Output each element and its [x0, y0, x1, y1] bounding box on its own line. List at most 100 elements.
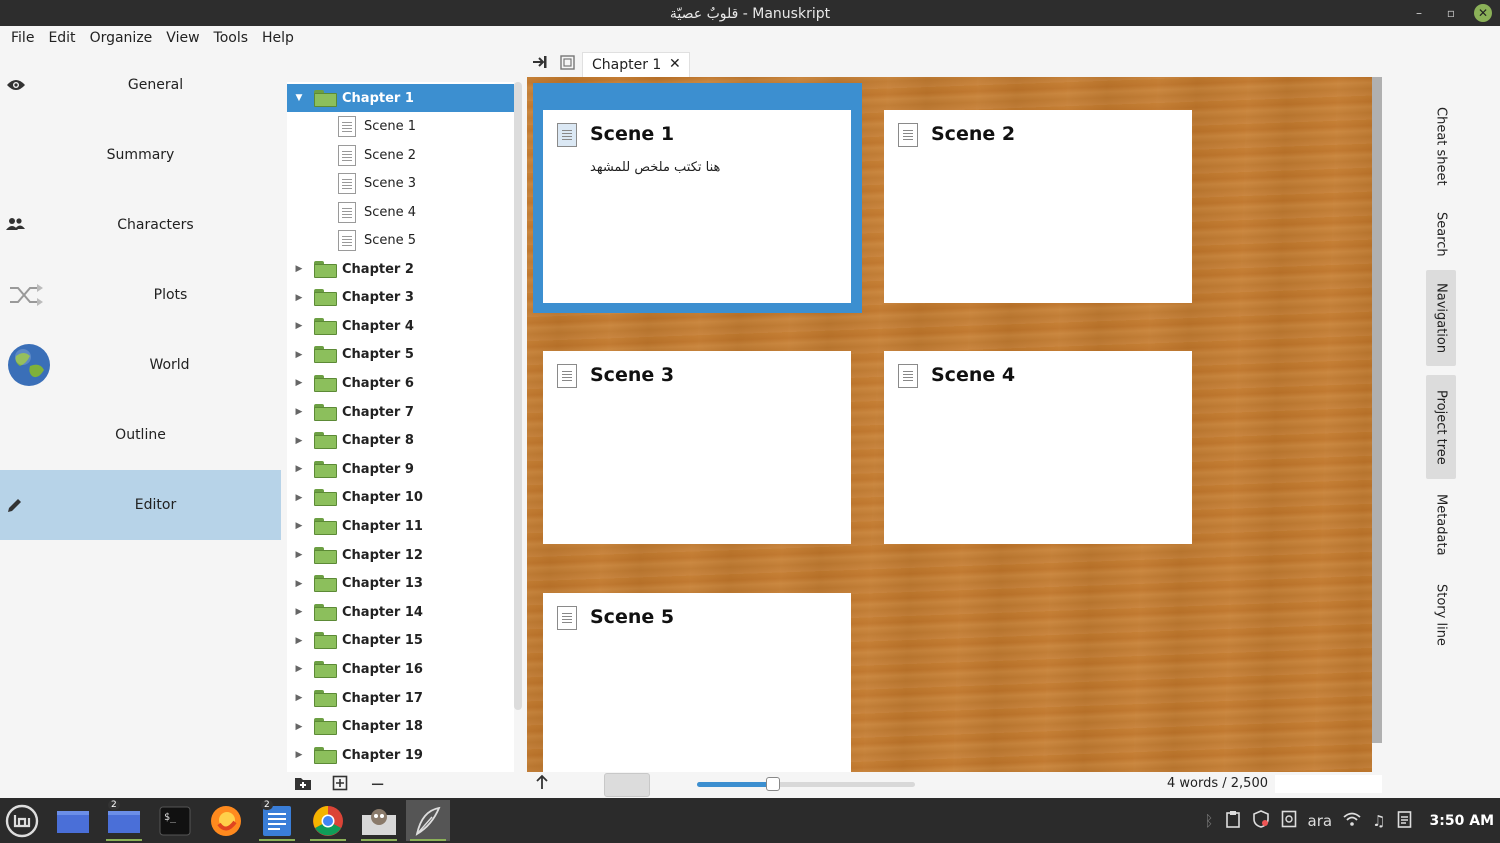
tree-item-chapter[interactable]: ▶ Chapter 19	[287, 741, 514, 769]
tree-item-chapter-1[interactable]: ▼ Chapter 1	[287, 84, 514, 112]
index-card-scene-3[interactable]: Scene 3	[543, 351, 851, 544]
tree-item-chapter[interactable]: ▶ Chapter 10	[287, 484, 514, 512]
toggle-panel-icon[interactable]	[532, 55, 548, 73]
text-editor-icon[interactable]: 2	[255, 800, 299, 841]
add-item-button[interactable]	[332, 775, 348, 796]
tree-item-chapter[interactable]: ▶ Chapter 9	[287, 455, 514, 483]
expand-arrow-icon[interactable]: ▶	[294, 321, 304, 331]
expand-arrow-icon[interactable]: ▶	[294, 350, 304, 360]
index-card-scene-1[interactable]: Scene 1 هنا تكتب ملخص للمشهد	[543, 110, 851, 303]
nav-plots[interactable]: Plots	[0, 260, 281, 330]
expand-arrow-icon[interactable]: ▶	[294, 693, 304, 703]
tree-item-chapter[interactable]: ▶ Chapter 6	[287, 369, 514, 397]
expand-arrow-icon[interactable]: ▶	[294, 750, 304, 760]
dock-tab-cheat-sheet[interactable]: Cheat sheet	[1426, 102, 1456, 190]
index-card-scene-5[interactable]: Scene 5	[543, 593, 851, 772]
tree-item-chapter[interactable]: ▶ Chapter 8	[287, 427, 514, 455]
collapse-arrow-icon[interactable]: ▼	[294, 93, 304, 103]
nav-characters[interactable]: Characters	[0, 190, 281, 260]
tree-item-chapter[interactable]: ▶ Chapter 7	[287, 398, 514, 426]
menu-view[interactable]: View	[165, 26, 206, 50]
split-view-icon[interactable]	[560, 55, 575, 74]
expand-arrow-icon[interactable]: ▶	[294, 378, 304, 388]
notes-icon[interactable]	[1397, 810, 1413, 832]
expand-arrow-icon[interactable]: ▶	[294, 293, 304, 303]
bluetooth-icon[interactable]: ᛒ	[1205, 812, 1214, 830]
expand-arrow-icon[interactable]: ▶	[294, 521, 304, 531]
nav-general[interactable]: General	[0, 50, 281, 120]
index-card-scene-2[interactable]: Scene 2	[884, 110, 1192, 303]
nav-outline[interactable]: Outline	[0, 400, 281, 470]
wifi-icon[interactable]	[1343, 812, 1361, 830]
menu-organize[interactable]: Organize	[89, 26, 160, 50]
gimp-icon[interactable]	[357, 800, 401, 841]
chrome-icon[interactable]	[306, 800, 350, 841]
dock-tab-story-line[interactable]: Story line	[1426, 580, 1456, 650]
remove-item-button[interactable]: −	[370, 775, 385, 795]
expand-arrow-icon[interactable]: ▶	[294, 607, 304, 617]
tree-item-chapter[interactable]: ▶ Chapter 11	[287, 512, 514, 540]
mint-menu-icon[interactable]	[0, 800, 44, 841]
dock-tab-search[interactable]: Search	[1426, 208, 1456, 260]
tree-item-chapter[interactable]: ▶ Chapter 17	[287, 684, 514, 712]
firefox-icon[interactable]	[204, 800, 248, 841]
tree-item-scene[interactable]: Scene 4	[287, 198, 514, 226]
menu-help[interactable]: Help	[261, 26, 301, 50]
tree-item-chapter[interactable]: ▶ Chapter 14	[287, 598, 514, 626]
dock-tab-navigation[interactable]: Navigation	[1426, 270, 1456, 366]
expand-arrow-icon[interactable]: ▶	[294, 550, 304, 560]
tree-item-scene[interactable]: Scene 3	[287, 169, 514, 197]
menu-edit[interactable]: Edit	[47, 26, 82, 50]
tree-item-chapter[interactable]: ▶ Chapter 5	[287, 341, 514, 369]
view-mode-button[interactable]	[604, 773, 650, 797]
files-icon[interactable]: 2	[102, 800, 146, 841]
manuskript-icon[interactable]	[406, 800, 450, 841]
menu-file[interactable]: File	[10, 26, 41, 50]
tree-item-chapter[interactable]: ▶ Chapter 2	[287, 255, 514, 283]
tree-item-chapter[interactable]: ▶ Chapter 15	[287, 627, 514, 655]
tree-item-scene[interactable]: Scene 2	[287, 141, 514, 169]
tree-item-chapter[interactable]: ▶ Chapter 3	[287, 284, 514, 312]
tree-item-chapter[interactable]: ▶ Chapter 13	[287, 570, 514, 598]
close-window-button[interactable]: ✕	[1474, 4, 1492, 22]
tree-item-scene[interactable]: Scene 5	[287, 226, 514, 254]
expand-arrow-icon[interactable]: ▶	[294, 722, 304, 732]
expand-arrow-icon[interactable]: ▶	[294, 464, 304, 474]
clock[interactable]: 3:50 AM	[1430, 813, 1494, 829]
menu-tools[interactable]: Tools	[213, 26, 256, 50]
expand-arrow-icon[interactable]: ▶	[294, 407, 304, 417]
nav-world[interactable]: World	[0, 330, 281, 400]
tab-chapter-1[interactable]: Chapter 1 ✕	[582, 52, 690, 78]
updates-icon[interactable]	[1281, 810, 1297, 832]
zoom-slider-handle[interactable]	[766, 777, 781, 791]
minimize-button[interactable]: –	[1410, 4, 1428, 22]
corkboard-scrollbar[interactable]	[1372, 77, 1382, 743]
dock-tab-project-tree[interactable]: Project tree	[1426, 375, 1456, 479]
tree-item-scene[interactable]: Scene 1	[287, 112, 514, 140]
expand-arrow-icon[interactable]: ▶	[294, 664, 304, 674]
tree-item-chapter[interactable]: ▶ Chapter 4	[287, 312, 514, 340]
close-tab-icon[interactable]: ✕	[669, 56, 681, 72]
music-icon[interactable]: ♫	[1372, 812, 1385, 830]
index-card-scene-4[interactable]: Scene 4	[884, 351, 1192, 544]
expand-arrow-icon[interactable]: ▶	[294, 636, 304, 646]
terminal-icon[interactable]: $_	[153, 800, 197, 841]
expand-arrow-icon[interactable]: ▶	[294, 264, 304, 274]
maximize-button[interactable]: ▫	[1442, 4, 1460, 22]
arrow-up-icon[interactable]	[535, 774, 549, 794]
files-icon[interactable]	[51, 800, 95, 841]
expand-arrow-icon[interactable]: ▶	[294, 579, 304, 589]
add-folder-button[interactable]	[294, 775, 312, 796]
nav-summary[interactable]: Summary	[0, 120, 281, 190]
dock-tab-metadata[interactable]: Metadata	[1426, 490, 1456, 560]
tree-item-chapter[interactable]: ▶ Chapter 18	[287, 713, 514, 741]
expand-arrow-icon[interactable]: ▶	[294, 436, 304, 446]
tree-item-chapter[interactable]: ▶ Chapter 12	[287, 541, 514, 569]
tree-item-chapter[interactable]: ▶ Chapter 16	[287, 655, 514, 683]
nav-editor[interactable]: Editor	[0, 470, 281, 540]
clipboard-icon[interactable]	[1225, 810, 1241, 832]
tree-scrollbar[interactable]	[514, 82, 522, 710]
expand-arrow-icon[interactable]: ▶	[294, 493, 304, 503]
zoom-slider[interactable]	[697, 777, 915, 791]
shield-icon[interactable]	[1252, 809, 1270, 832]
